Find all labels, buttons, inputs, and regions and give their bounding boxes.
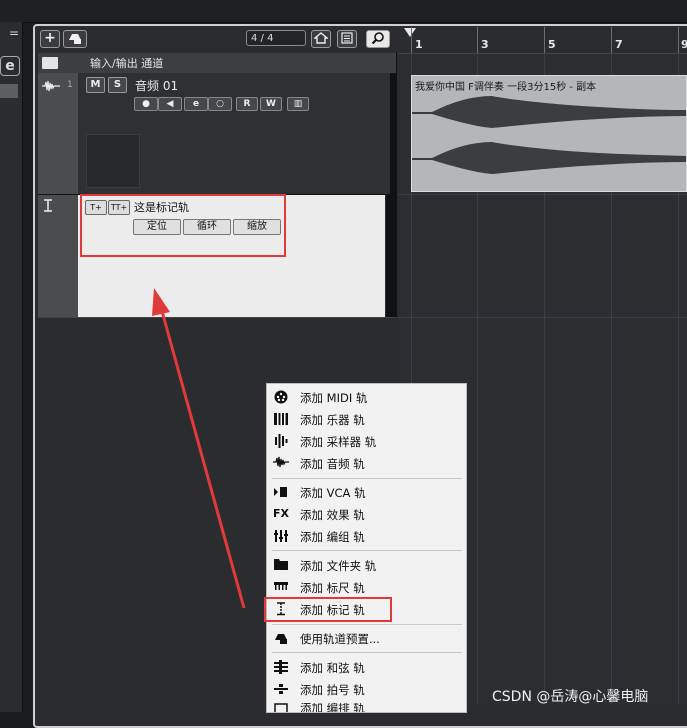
track-divider <box>398 194 687 195</box>
menu-lines-icon[interactable]: = <box>9 26 19 40</box>
left-zone-strip <box>0 22 23 712</box>
menu-item-add-chord[interactable]: 添加 和弦 轨 <box>300 660 365 676</box>
add-track-button[interactable]: + <box>40 30 60 48</box>
audio-waveform-icon <box>42 80 60 95</box>
group-icon <box>273 529 289 543</box>
home-button[interactable] <box>311 30 331 48</box>
ruler-tick <box>611 27 612 53</box>
annotation-arrow <box>152 288 246 609</box>
menu-item-add-vca[interactable]: 添加 VCA 轨 <box>300 485 366 501</box>
track-picture <box>86 134 140 188</box>
audio-track-name: 音频 01 <box>135 79 179 93</box>
menu-item-add-arranger[interactable]: 添加 编排 轨 <box>300 703 365 712</box>
midi-icon <box>273 390 289 404</box>
list-view-button[interactable] <box>337 30 357 48</box>
ruler-tick <box>544 27 545 53</box>
menu-item-track-presets[interactable]: 使用轨道预置... <box>300 631 380 647</box>
signature-icon <box>273 682 289 696</box>
ruler-bar-label: 5 <box>548 38 556 51</box>
ruler-tick <box>477 27 478 53</box>
track-number: 1 <box>67 80 73 90</box>
menu-item-add-signature[interactable]: 添加 拍号 轨 <box>300 682 365 698</box>
timeline-ruler[interactable] <box>398 27 687 54</box>
record-enable-button[interactable]: ● <box>134 97 158 111</box>
add-track-context-menu <box>266 383 467 713</box>
ruler-bar-label: 1 <box>415 38 423 51</box>
folder-icon <box>42 57 58 69</box>
audio-waveform <box>412 96 686 174</box>
ruler-bar-label: 3 <box>481 38 489 51</box>
instrument-icon <box>273 412 289 426</box>
menu-item-add-folder[interactable]: 添加 文件夹 轨 <box>300 558 376 574</box>
ruler-tick <box>678 27 679 53</box>
menu-separator <box>272 478 462 479</box>
sampler-icon <box>273 434 289 448</box>
menu-separator <box>272 652 462 653</box>
top-bar <box>0 0 687 23</box>
read-automation-button[interactable]: R <box>236 97 258 111</box>
folder-icon <box>273 558 289 572</box>
ruler-bar-label: 7 <box>615 38 623 51</box>
audio-event-title: 我爱你中国 F调伴奏 一段3分15秒 - 副本 <box>415 82 597 93</box>
menu-item-add-midi[interactable]: 添加 MIDI 轨 <box>300 390 367 406</box>
add-marker-highlight <box>264 597 392 622</box>
edit-e-icon[interactable]: e <box>0 56 20 76</box>
edit-channel-button[interactable]: e <box>184 97 208 111</box>
preset-icon <box>273 631 289 645</box>
io-channel-label: 输入/输出 通道 <box>90 57 164 70</box>
menu-item-add-instrument[interactable]: 添加 乐器 轨 <box>300 412 365 428</box>
track-preset-button[interactable] <box>63 30 87 48</box>
search-button[interactable] <box>366 30 390 48</box>
track-counter: 4 / 4 <box>246 30 306 46</box>
fx-icon: FX <box>273 507 289 520</box>
menu-item-add-ruler[interactable]: 添加 标尺 轨 <box>300 580 365 596</box>
ruler-tick <box>411 27 412 53</box>
arranger-icon <box>273 703 289 712</box>
menu-item-add-audio[interactable]: 添加 音频 轨 <box>300 456 365 472</box>
lane-display-button[interactable]: ▥ <box>287 97 309 111</box>
write-automation-button[interactable]: W <box>260 97 282 111</box>
list-icon <box>341 32 353 44</box>
menu-item-add-group[interactable]: 添加 编组 轨 <box>300 529 365 545</box>
preset-icon <box>69 34 81 44</box>
chord-icon <box>273 660 289 674</box>
solo-button[interactable]: S <box>108 77 127 93</box>
marker-track-icon <box>42 199 54 216</box>
lock-button[interactable]: ○ <box>208 97 232 111</box>
menu-item-add-fx[interactable]: 添加 效果 轨 <box>300 507 365 523</box>
ruler-bar-label: 9 <box>681 38 687 51</box>
menu-item-add-sampler[interactable]: 添加 采样器 轨 <box>300 434 376 450</box>
track-divider <box>398 317 687 318</box>
left-zone-selector[interactable] <box>0 84 18 98</box>
home-icon <box>313 32 329 44</box>
watermark: CSDN @岳涛@心馨电脑 <box>492 689 649 705</box>
menu-separator <box>272 550 462 551</box>
search-icon <box>371 32 384 45</box>
ruler-icon <box>273 580 289 594</box>
marker-track-highlight <box>80 194 286 257</box>
monitor-button[interactable]: ◀ <box>158 97 182 111</box>
menu-separator <box>272 624 462 625</box>
mute-button[interactable]: M <box>86 77 105 93</box>
audio-icon <box>273 456 289 470</box>
vca-icon <box>273 485 289 499</box>
